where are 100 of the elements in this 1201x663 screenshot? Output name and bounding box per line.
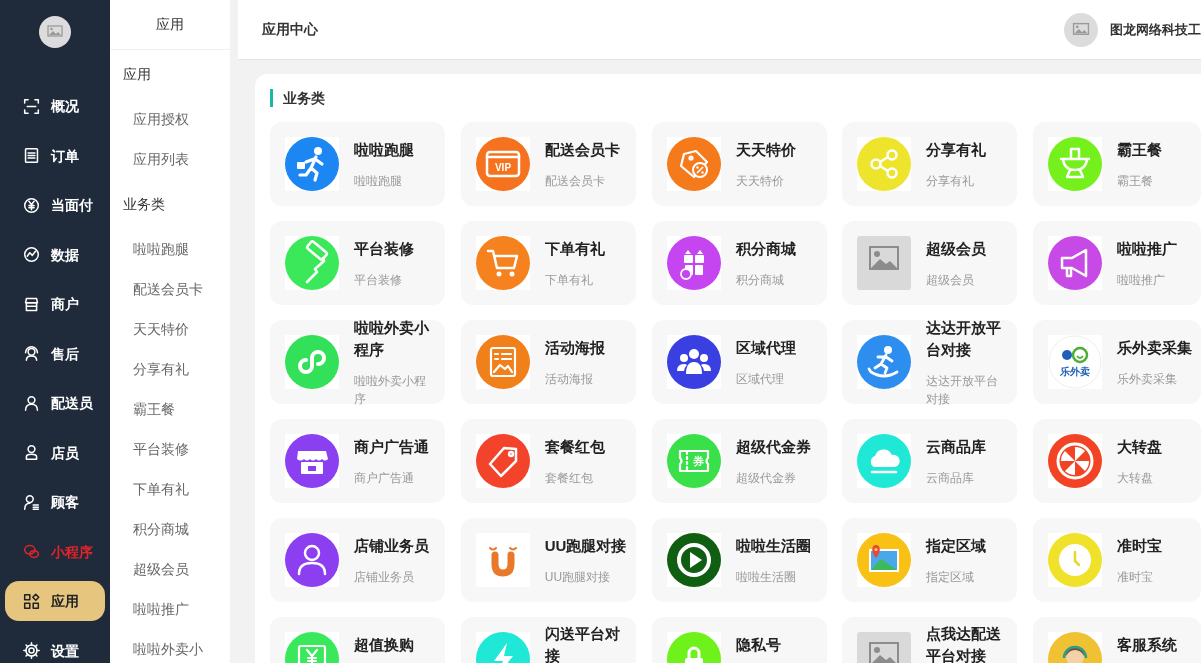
submenu-link[interactable]: 啦啦外卖小 bbox=[110, 629, 230, 663]
sidebar-item[interactable]: 商户 bbox=[5, 284, 105, 324]
app-title: 客服系统 bbox=[1117, 634, 1178, 655]
settings-icon bbox=[23, 642, 40, 659]
app-tile[interactable]: 大转盘 大转盘 bbox=[1033, 419, 1201, 503]
play-circle-icon bbox=[666, 533, 721, 587]
app-title: 超级代金券 bbox=[735, 436, 812, 457]
app-title: 闪送平台对接 bbox=[544, 623, 621, 663]
submenu-link[interactable]: 啦啦跑腿 bbox=[110, 229, 230, 269]
sidebar-item[interactable]: 订单 bbox=[5, 135, 105, 176]
submenu-link[interactable]: 平台装修 bbox=[110, 429, 230, 469]
sidebar-item[interactable]: 配送员 bbox=[5, 383, 105, 423]
submenu-link[interactable]: 分享有礼 bbox=[110, 349, 230, 389]
sidebar-item[interactable]: 顾客 bbox=[5, 482, 105, 522]
app-subtitle: UU跑腿对接 bbox=[544, 568, 612, 586]
app-title: 平台装修 bbox=[354, 238, 415, 259]
app-subtitle: 天天特价 bbox=[735, 172, 785, 190]
app-subtitle: 店铺业务员 bbox=[354, 568, 415, 586]
scan-frame-icon bbox=[23, 97, 40, 115]
gift-boxes-icon bbox=[666, 236, 721, 290]
app-tile[interactable]: 啦啦外卖小程序 啦啦外卖小程序 bbox=[270, 320, 445, 404]
sidebar-item[interactable]: 店员 bbox=[5, 432, 105, 473]
submenu-link[interactable]: 应用列表 bbox=[110, 139, 230, 179]
image-placeholder-icon bbox=[857, 236, 912, 290]
app-tile[interactable]: 闪送平台对接 bbox=[460, 617, 636, 663]
submenu-link[interactable]: 超级会员 bbox=[110, 549, 230, 589]
app-tile[interactable]: 下单有礼 下单有礼 bbox=[460, 221, 636, 305]
submenu-link[interactable]: 积分商城 bbox=[110, 509, 230, 549]
megaphone-icon bbox=[1048, 236, 1102, 290]
app-tile[interactable]: 啦啦推广 啦啦推广 bbox=[1033, 221, 1201, 305]
app-title: 商户广告通 bbox=[354, 436, 430, 457]
app-tile[interactable]: VIP 配送会员卡 配送会员卡 bbox=[460, 122, 636, 206]
person-icon bbox=[23, 394, 40, 412]
submenu-link[interactable]: 霸王餐 bbox=[110, 389, 230, 429]
app-tile[interactable]: 超级会员 超级会员 bbox=[842, 221, 1018, 305]
app-tile[interactable]: 准时宝 准时宝 bbox=[1033, 518, 1201, 602]
app-tile[interactable]: 霸王餐 霸王餐 bbox=[1033, 122, 1201, 206]
submenu-link[interactable]: 应用授权 bbox=[110, 99, 230, 139]
storefront-icon bbox=[285, 434, 339, 488]
app-tile[interactable]: 啦啦跑腿 啦啦跑腿 bbox=[270, 122, 445, 206]
submenu-group-heading: 应用 bbox=[122, 65, 152, 84]
poster-icon bbox=[475, 335, 530, 389]
app-tile[interactable]: 店铺业务员 店铺业务员 bbox=[270, 518, 445, 602]
grid-icon bbox=[23, 592, 40, 610]
submenu-link[interactable]: 天天特价 bbox=[110, 309, 230, 349]
line-chart-icon bbox=[23, 246, 40, 263]
chat-bubbles-icon bbox=[23, 543, 40, 560]
person-list-icon bbox=[23, 493, 40, 511]
app-subtitle: 活动海报 bbox=[544, 370, 594, 388]
app-tile[interactable]: 啦啦生活圈 啦啦生活圈 bbox=[651, 518, 827, 602]
sidebar-item[interactable]: 设置 bbox=[5, 630, 105, 663]
page-title: 应用中心 bbox=[262, 20, 318, 39]
app-tile[interactable]: 区域代理 区域代理 bbox=[651, 320, 827, 404]
app-subtitle: 准时宝 bbox=[1117, 568, 1154, 586]
sidebar-item[interactable]: 概况 bbox=[5, 86, 105, 126]
submenu-link[interactable]: 啦啦推广 bbox=[110, 589, 230, 629]
app-subtitle: 啦啦生活圈 bbox=[735, 568, 797, 586]
app-tile[interactable]: 点我达配送平台对接 bbox=[842, 617, 1018, 663]
app-title: 下单有礼 bbox=[544, 238, 606, 259]
app-tile[interactable]: 隐私号 bbox=[651, 617, 827, 663]
app-title: 大转盘 bbox=[1117, 436, 1163, 457]
app-tile[interactable]: 商户广告通 商户广告通 bbox=[270, 419, 445, 503]
app-tile[interactable]: 天天特价 天天特价 bbox=[651, 122, 827, 206]
app-tile[interactable]: 平台装修 平台装修 bbox=[270, 221, 445, 305]
sidebar-item[interactable]: 应用 bbox=[5, 581, 105, 621]
app-subtitle: 配送会员卡 bbox=[544, 172, 606, 190]
price-tag-icon bbox=[666, 137, 721, 191]
app-title: 点我达配送平台对接 bbox=[926, 623, 1003, 663]
app-tile[interactable]: UU跑腿对接 UU跑腿对接 bbox=[460, 518, 636, 602]
app-tile[interactable]: 达达开放平台对接 达达开放平台对接 bbox=[842, 320, 1018, 404]
app-tile[interactable]: 客服系统 bbox=[1033, 617, 1201, 663]
sidebar-item[interactable]: 当面付 bbox=[5, 185, 105, 225]
app-tile[interactable]: 套餐红包 套餐红包 bbox=[460, 419, 636, 503]
paint-roller-icon bbox=[285, 236, 339, 290]
u-logo-icon bbox=[475, 533, 530, 587]
sidebar-item[interactable]: 售后 bbox=[5, 333, 105, 374]
app-tile[interactable]: 超值换购 bbox=[270, 617, 445, 663]
app-title: 超值换购 bbox=[354, 634, 415, 655]
app-title: 积分商城 bbox=[735, 238, 797, 259]
sidebar-item[interactable]: 数据 bbox=[5, 234, 105, 275]
app-tile[interactable]: 云商品库 云商品库 bbox=[842, 419, 1018, 503]
account-name[interactable]: 图龙网络科技工 bbox=[1110, 19, 1201, 40]
app-title: 达达开放平台对接 bbox=[926, 317, 1003, 360]
support-agent-icon bbox=[23, 345, 40, 362]
avatar-placeholder-icon bbox=[39, 16, 71, 48]
app-tile[interactable]: 积分商城 积分商城 bbox=[651, 221, 827, 305]
app-title: 云商品库 bbox=[926, 436, 988, 457]
app-title: 天天特价 bbox=[735, 139, 797, 160]
submenu-link[interactable]: 下单有礼 bbox=[110, 469, 230, 509]
store-icon bbox=[23, 295, 40, 313]
app-tile[interactable]: 活动海报 活动海报 bbox=[460, 320, 636, 404]
app-tile[interactable]: 分享有礼 分享有礼 bbox=[842, 122, 1018, 206]
app-title: 套餐红包 bbox=[544, 436, 606, 457]
app-subtitle: 商户广告通 bbox=[354, 469, 415, 487]
app-tile[interactable]: 券 超级代金券 超级代金券 bbox=[651, 419, 827, 503]
app-tile[interactable]: 乐外卖 乐外卖采集 乐外卖采集 bbox=[1033, 320, 1201, 404]
submenu-link[interactable]: 配送会员卡 bbox=[110, 269, 230, 309]
clock-icon bbox=[1048, 533, 1102, 587]
app-tile[interactable]: 指定区域 指定区域 bbox=[842, 518, 1018, 602]
vip-card-icon: VIP bbox=[475, 137, 530, 191]
